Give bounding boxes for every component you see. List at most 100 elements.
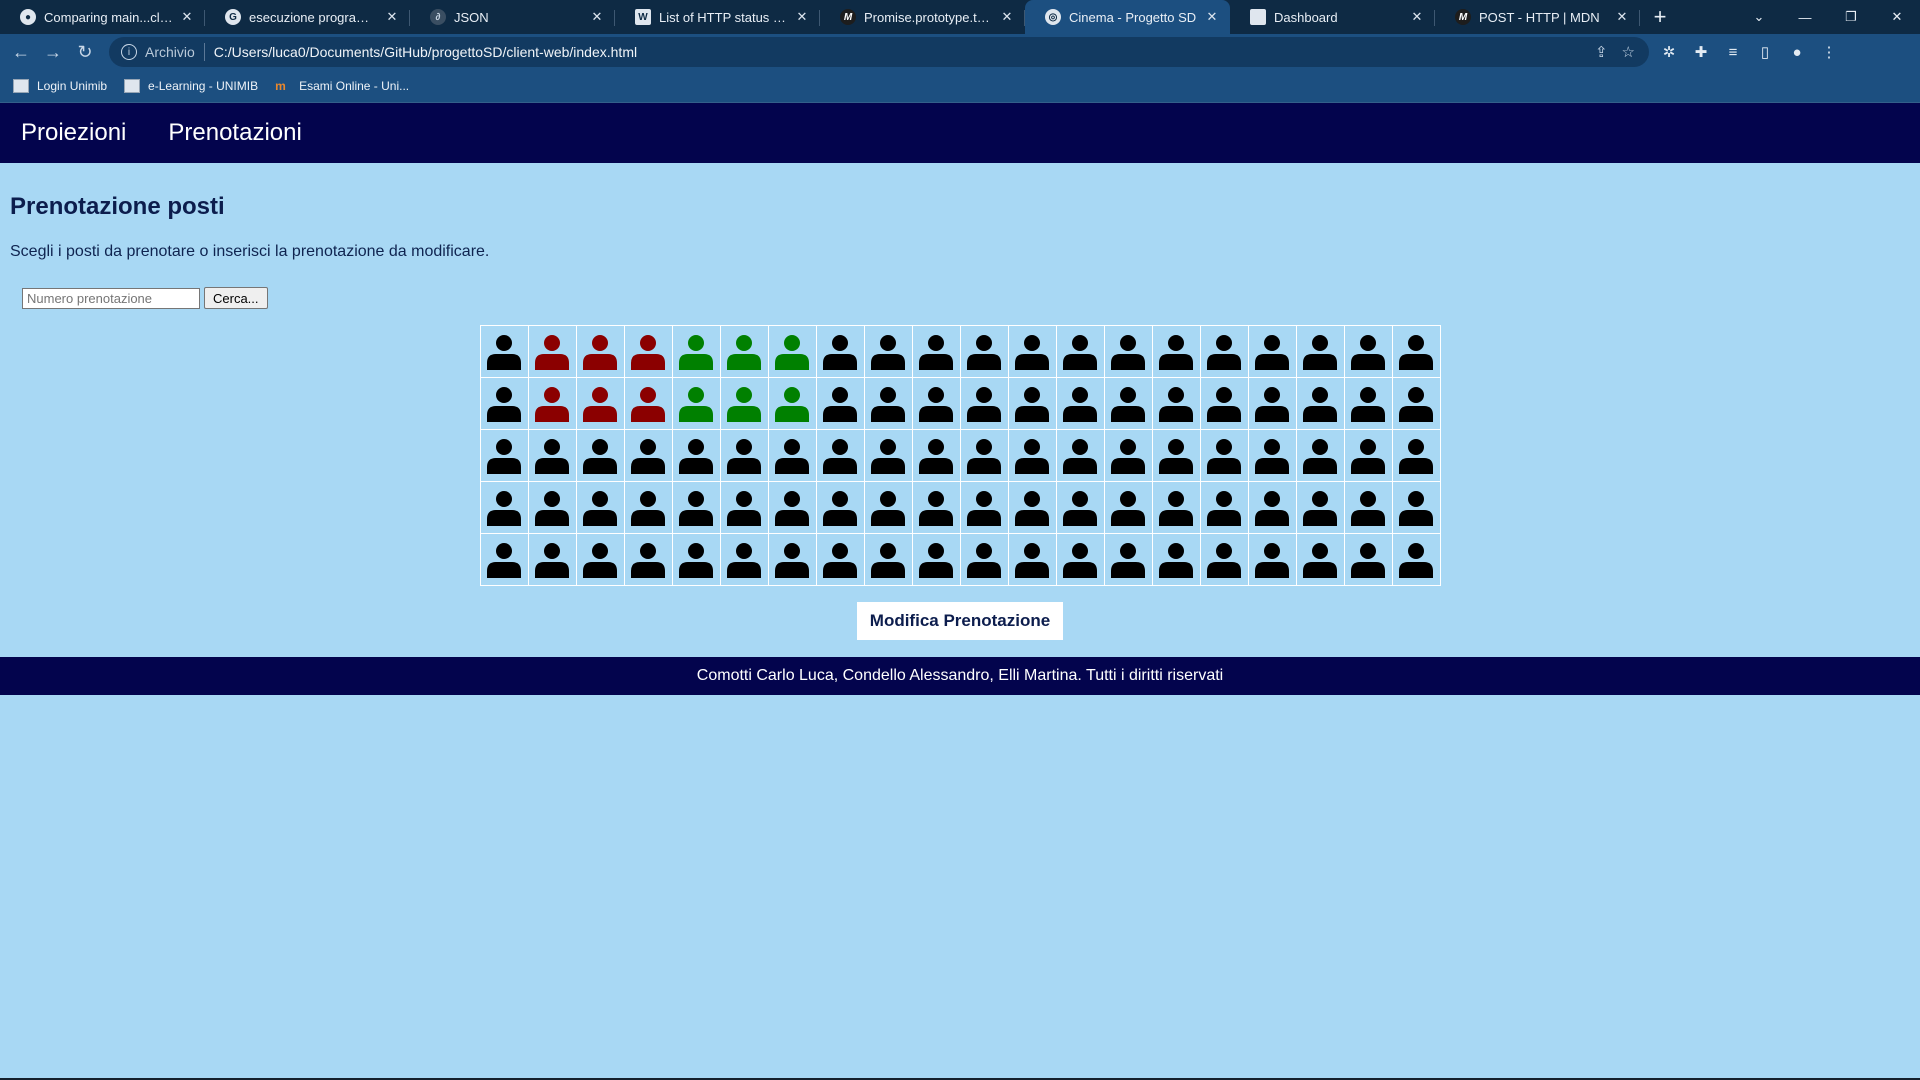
seat[interactable] — [575, 377, 625, 430]
seat[interactable] — [1007, 325, 1057, 378]
seat[interactable] — [1103, 533, 1153, 586]
seat[interactable] — [527, 533, 577, 586]
modify-booking-button[interactable]: Modifica Prenotazione — [856, 602, 1064, 640]
seat[interactable] — [1151, 533, 1201, 586]
seat[interactable] — [671, 481, 721, 534]
seat[interactable] — [1103, 377, 1153, 430]
seat[interactable] — [479, 481, 529, 534]
seat[interactable] — [767, 377, 817, 430]
seat[interactable] — [1103, 481, 1153, 534]
tab-close-icon[interactable]: ✕ — [589, 9, 605, 25]
close-window-icon[interactable]: ✕ — [1874, 0, 1920, 34]
seat[interactable] — [479, 325, 529, 378]
seat[interactable] — [863, 325, 913, 378]
seat[interactable] — [1295, 377, 1345, 430]
seat[interactable] — [863, 533, 913, 586]
seat[interactable] — [527, 429, 577, 482]
seat[interactable] — [1055, 481, 1105, 534]
seat[interactable] — [1295, 325, 1345, 378]
address-bar[interactable]: i Archivio C:/Users/luca0/Documents/GitH… — [109, 37, 1649, 67]
seat[interactable] — [1247, 377, 1297, 430]
menu-icon[interactable]: ⋮ — [1813, 36, 1845, 68]
seat[interactable] — [959, 533, 1009, 586]
seat[interactable] — [1343, 481, 1393, 534]
seat[interactable] — [863, 429, 913, 482]
seat[interactable] — [1055, 429, 1105, 482]
seat[interactable] — [1055, 325, 1105, 378]
seat[interactable] — [911, 377, 961, 430]
seat[interactable] — [815, 325, 865, 378]
seat[interactable] — [575, 533, 625, 586]
seat[interactable] — [815, 429, 865, 482]
seat[interactable] — [1247, 481, 1297, 534]
new-tab-button[interactable]: + — [1640, 0, 1680, 34]
seat[interactable] — [1007, 377, 1057, 430]
seat[interactable] — [671, 377, 721, 430]
tab-close-icon[interactable]: ✕ — [179, 9, 195, 25]
browser-tab[interactable]: Gesecuzione programmi mu ✕ — [205, 0, 410, 34]
seat[interactable] — [815, 377, 865, 430]
seat[interactable] — [1295, 533, 1345, 586]
seat[interactable] — [959, 325, 1009, 378]
browser-tab[interactable]: Dashboard ✕ — [1230, 0, 1435, 34]
seat[interactable] — [1007, 429, 1057, 482]
seat[interactable] — [1391, 481, 1441, 534]
seat[interactable] — [575, 325, 625, 378]
seat[interactable] — [911, 481, 961, 534]
seat[interactable] — [767, 325, 817, 378]
browser-tab[interactable]: W List of HTTP status codes ✕ — [615, 0, 820, 34]
seat[interactable] — [1103, 325, 1153, 378]
seat[interactable] — [671, 429, 721, 482]
seat[interactable] — [719, 533, 769, 586]
seat[interactable] — [623, 377, 673, 430]
browser-tab[interactable]: ● Comparing main...clientBr ✕ — [0, 0, 205, 34]
seat[interactable] — [527, 377, 577, 430]
tab-close-icon[interactable]: ✕ — [794, 9, 810, 25]
seat[interactable] — [1151, 481, 1201, 534]
seat[interactable] — [815, 533, 865, 586]
seat[interactable] — [623, 325, 673, 378]
tab-close-icon[interactable]: ✕ — [1204, 9, 1220, 25]
seat[interactable] — [527, 481, 577, 534]
info-icon[interactable]: i — [121, 44, 137, 60]
seat[interactable] — [767, 533, 817, 586]
seat[interactable] — [1391, 325, 1441, 378]
seat[interactable] — [1343, 429, 1393, 482]
seat[interactable] — [1391, 429, 1441, 482]
tab-close-icon[interactable]: ✕ — [1614, 9, 1630, 25]
seat[interactable] — [1007, 533, 1057, 586]
seat[interactable] — [959, 377, 1009, 430]
seat[interactable] — [959, 481, 1009, 534]
browser-tab[interactable]: ∂ JSON ✕ — [410, 0, 615, 34]
browser-tab[interactable]: M POST - HTTP | MDN ✕ — [1435, 0, 1640, 34]
seat[interactable] — [719, 377, 769, 430]
seat[interactable] — [1199, 325, 1249, 378]
seat[interactable] — [1295, 429, 1345, 482]
seat[interactable] — [911, 533, 961, 586]
seat[interactable] — [1151, 377, 1201, 430]
seat[interactable] — [1199, 533, 1249, 586]
seat[interactable] — [1295, 481, 1345, 534]
seat[interactable] — [1151, 325, 1201, 378]
seat[interactable] — [479, 377, 529, 430]
tab-search-icon[interactable]: ⌄ — [1736, 0, 1782, 34]
seat[interactable] — [719, 429, 769, 482]
seat[interactable] — [1391, 377, 1441, 430]
tab-close-icon[interactable]: ✕ — [384, 9, 400, 25]
url-text[interactable]: C:/Users/luca0/Documents/GitHub/progetto… — [214, 44, 1595, 60]
forward-icon[interactable]: → — [37, 36, 69, 68]
seat[interactable] — [671, 533, 721, 586]
seat[interactable] — [479, 429, 529, 482]
seat[interactable] — [623, 429, 673, 482]
bookmark-elearning[interactable]: e-Learning - UNIMIB — [124, 79, 258, 93]
profile-icon[interactable]: ● — [1781, 36, 1813, 68]
puzzle-icon[interactable]: ✚ — [1685, 36, 1717, 68]
extension-icon[interactable]: ✲ — [1653, 36, 1685, 68]
side-panel-icon[interactable]: ▯ — [1749, 36, 1781, 68]
seat[interactable] — [527, 325, 577, 378]
seat[interactable] — [575, 429, 625, 482]
seat[interactable] — [623, 533, 673, 586]
seat[interactable] — [1247, 325, 1297, 378]
seat[interactable] — [671, 325, 721, 378]
seat[interactable] — [1199, 429, 1249, 482]
